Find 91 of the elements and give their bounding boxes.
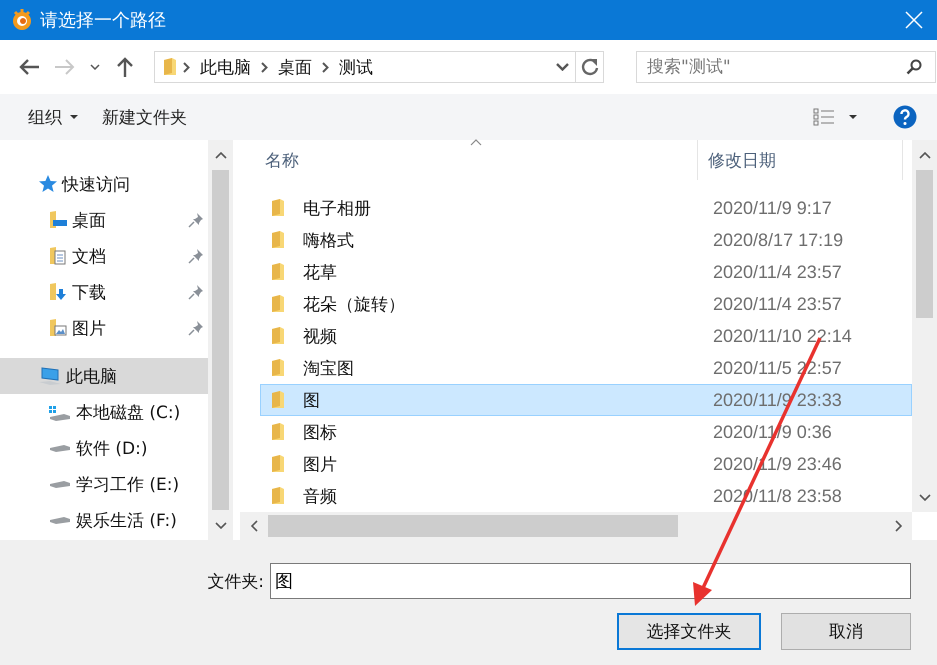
cancel-button[interactable]: 取消 <box>781 613 911 650</box>
modified-date: 2020/11/4 23:57 <box>713 294 842 314</box>
file-name: 图 <box>303 390 321 412</box>
sidebar-item[interactable]: 本地磁盘 (C:) <box>0 394 208 430</box>
folder-icon <box>271 199 285 217</box>
file-row[interactable]: 嗨格式 2020/8/17 17:19 <box>260 224 912 256</box>
file-name: 图标 <box>303 422 338 444</box>
search-icon <box>906 59 922 75</box>
breadcrumb[interactable]: 测试 <box>335 56 377 78</box>
scrollbar-thumb[interactable] <box>916 170 933 318</box>
chevron-down-icon <box>214 522 226 528</box>
search-field[interactable]: 搜索"测试" <box>636 51 936 83</box>
desktop-folder-icon <box>48 210 68 230</box>
folder-icon <box>271 295 285 313</box>
chevron-down-icon <box>90 64 100 70</box>
sidebar-item[interactable]: 娱乐生活 (F:) <box>0 502 208 538</box>
caret-icon <box>849 115 857 119</box>
computer-icon <box>38 366 62 386</box>
scrollbar-thumb[interactable] <box>268 515 678 537</box>
folder-field[interactable]: 图 <box>270 563 911 599</box>
organize-menu[interactable]: 组织 <box>16 102 90 132</box>
scrollbar-thumb[interactable] <box>212 170 229 510</box>
modified-date: 2020/8/17 17:19 <box>713 230 844 250</box>
new-folder-button[interactable]: 新建文件夹 <box>90 102 199 132</box>
drive-icon <box>50 516 70 524</box>
chevron-up-icon <box>214 152 226 158</box>
file-row[interactable]: 视频 2020/11/10 22:14 <box>260 320 912 352</box>
breadcrumb[interactable]: 此电脑 <box>196 56 255 78</box>
sidebar-item[interactable]: 图片 <box>0 310 208 346</box>
breadcrumb[interactable]: 桌面 <box>274 56 316 78</box>
folder-icon <box>163 58 177 76</box>
download-folder-icon <box>48 282 68 302</box>
file-row[interactable]: 花朵（旋转） 2020/11/4 23:57 <box>260 288 912 320</box>
folder-icon <box>271 391 285 409</box>
modified-date: 2020/11/4 23:57 <box>713 262 842 282</box>
help-button[interactable] <box>893 105 917 129</box>
column-header[interactable]: 名称 <box>240 140 698 180</box>
details-view-icon <box>813 108 835 126</box>
sidebar-item[interactable]: 下载 <box>0 274 208 310</box>
chevron-down-icon <box>918 494 930 500</box>
file-row[interactable]: 电子相册 2020/11/9 9:17 <box>260 192 912 224</box>
back-arrow-icon <box>18 58 40 76</box>
file-name: 音频 <box>303 486 338 508</box>
folder-icon <box>271 359 285 377</box>
up-arrow-icon <box>116 56 134 78</box>
file-name: 花草 <box>303 262 338 284</box>
file-name: 嗨格式 <box>303 230 355 252</box>
app-logo-icon <box>10 8 34 32</box>
folder-icon <box>271 231 285 249</box>
chevron-icon <box>322 62 329 72</box>
folder-icon <box>271 327 285 345</box>
sort-ascending-icon <box>470 139 482 146</box>
file-name: 图片 <box>303 454 338 476</box>
file-name: 花朵（旋转） <box>303 294 406 316</box>
document-folder-icon <box>48 246 68 266</box>
folder-icon <box>271 263 285 281</box>
chevron-left-icon <box>250 520 258 532</box>
help-icon <box>893 105 917 129</box>
picture-folder-icon <box>48 318 68 338</box>
close-icon <box>905 11 923 29</box>
column-header[interactable]: 修改日期 <box>698 140 903 180</box>
sidebar-item[interactable]: 学习工作 (E:) <box>0 466 208 502</box>
star-icon <box>38 174 58 194</box>
sidebar-item[interactable]: 此电脑 <box>0 358 208 394</box>
address-bar[interactable]: 此电脑 桌面 测试 <box>154 51 604 83</box>
folder-icon <box>271 455 285 473</box>
file-name: 淘宝图 <box>303 358 355 380</box>
select-folder-button[interactable]: 选择文件夹 <box>617 613 761 650</box>
sidebar-item[interactable]: 软件 (D:) <box>0 430 208 466</box>
chevron-icon <box>261 62 268 72</box>
file-name: 视频 <box>303 326 338 348</box>
chevron-down-icon <box>556 63 568 71</box>
chevron-icon <box>183 62 190 72</box>
refresh-icon <box>580 57 598 77</box>
drive-icon <box>50 480 70 488</box>
sidebar-item[interactable]: 快速访问 <box>0 166 208 202</box>
folder-icon <box>271 487 285 505</box>
forward-arrow-icon <box>54 58 76 76</box>
modified-date: 2020/11/10 22:14 <box>713 326 852 346</box>
chevron-right-icon <box>894 520 902 532</box>
window-title: 请选择一个路径 <box>40 9 166 32</box>
modified-date: 2020/11/9 9:17 <box>713 198 832 218</box>
folder-icon <box>271 423 285 441</box>
drive-icon <box>50 444 70 452</box>
file-name: 电子相册 <box>303 198 372 220</box>
sidebar-item[interactable]: 桌面 <box>0 202 208 238</box>
folder-label: 文件夹: <box>207 570 264 592</box>
caret-icon <box>70 115 78 119</box>
file-row[interactable]: 花草 2020/11/4 23:57 <box>260 256 912 288</box>
chevron-up-icon <box>918 152 930 158</box>
sidebar-item[interactable]: 文档 <box>0 238 208 274</box>
